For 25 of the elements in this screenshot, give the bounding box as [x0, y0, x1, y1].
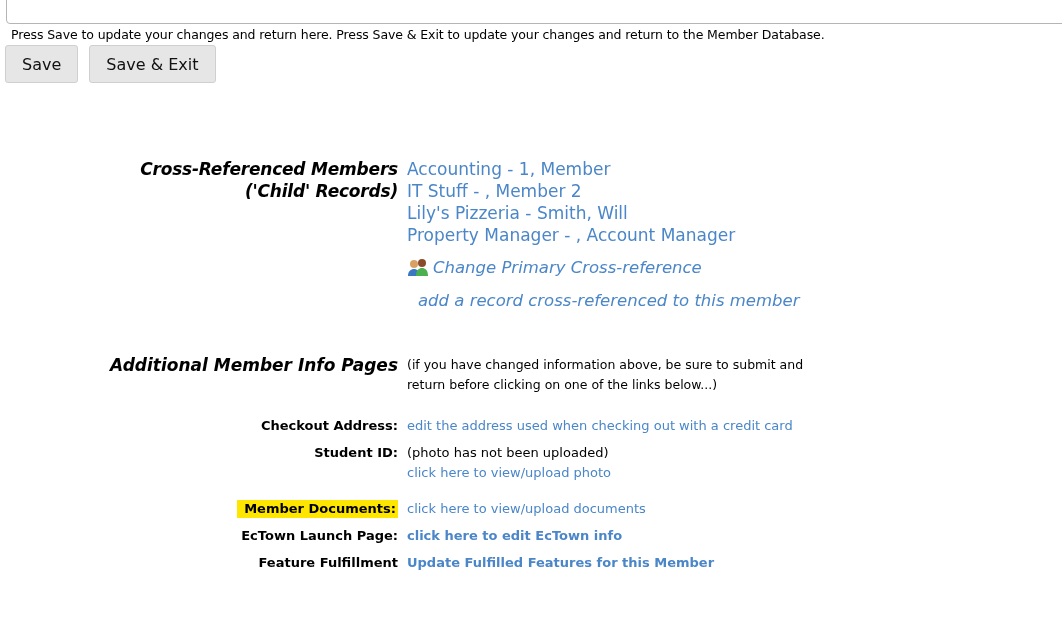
save-button[interactable]: Save [5, 45, 79, 83]
section-title: ('Child' Records) [244, 180, 398, 202]
info-note: (if you have changed information above, be sure to submit and return before clicking on one of the links below...) [407, 356, 805, 394]
field-label: Student ID: [314, 444, 398, 462]
section-title: Additional Member Info Pages [108, 354, 398, 376]
member-link[interactable]: IT Stuff - , Member 2 [407, 180, 582, 202]
instructions-text: Press Save to update your changes and return here. Press Save & Exit to update your changes and return to the Member Database. [11, 27, 826, 42]
field-link[interactable]: click here to view/upload documents [407, 499, 646, 519]
change-cross-reference-link[interactable]: Change Primary Cross-reference [407, 257, 702, 277]
member-link[interactable]: Property Manager - , Account Manager [407, 224, 736, 246]
save-exit-button[interactable]: Save & Exit [89, 45, 216, 83]
field-label: Checkout Address: [260, 417, 398, 435]
field-link[interactable]: click here to view/upload photo [407, 463, 611, 483]
people-icon [407, 257, 429, 277]
field-link[interactable]: edit the address used when checking out with a credit card [407, 416, 793, 436]
field-label: Member Documents: [237, 500, 398, 518]
add-record-link[interactable]: add a record cross-referenced to this member [418, 291, 800, 310]
member-link[interactable]: Accounting - 1, Member [407, 158, 611, 180]
field-value: (photo has not been uploaded) [407, 444, 609, 462]
field-link[interactable]: Update Fulfilled Features for this Member [407, 553, 715, 573]
section-title: Cross-Referenced Members [140, 158, 398, 180]
field-label: EcTown Launch Page: [241, 527, 398, 545]
field-link[interactable]: click here to edit EcTown info [407, 526, 623, 546]
member-link[interactable]: Lily's Pizzeria - Smith, Will [407, 202, 628, 224]
field-label: Feature Fulfillment [258, 554, 398, 572]
